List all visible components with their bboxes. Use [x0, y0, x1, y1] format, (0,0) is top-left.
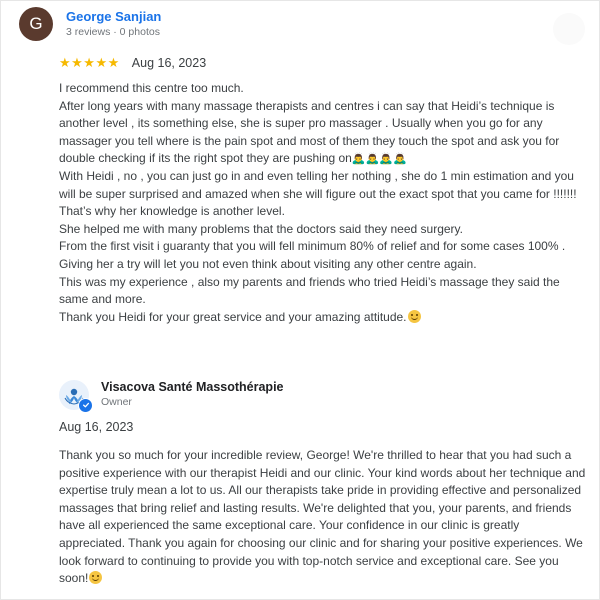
more-options-icon[interactable]: [553, 13, 585, 45]
review-paragraph: After long years with many massage thera…: [59, 98, 560, 166]
star-rating-icon: ★★★★★: [59, 55, 120, 70]
owner-meta: Visacova Santé Massothérapie Owner: [101, 379, 284, 410]
reviewer-name-link[interactable]: George Sanjian: [66, 8, 161, 25]
avatar-initial: G: [29, 14, 43, 33]
review-paragraph: Giving her a try will let you not even t…: [59, 256, 477, 271]
person-bowing-icon: 🙇‍♂️🙇‍♂️🙇‍♂️🙇‍♂️: [351, 153, 407, 166]
review-paragraph: With Heidi , no , you can just go in and…: [59, 168, 577, 201]
verified-check-icon: [78, 397, 93, 413]
review-text: I recommend this centre too much. After …: [59, 80, 587, 326]
review-paragraph: Thank you Heidi for your great service a…: [59, 309, 587, 327]
reviewer-avatar[interactable]: G: [19, 7, 53, 41]
review-card: G George Sanjian 3 reviews · 0 photos ★★…: [0, 0, 600, 600]
owner-reply-text: Thank you so much for your incredible re…: [59, 447, 587, 588]
review-date: Aug 16, 2023: [131, 56, 207, 70]
review-paragraph: This was my experience , also my parents…: [59, 274, 560, 307]
smiling-face-icon: [89, 571, 103, 585]
smiling-face-icon: [407, 309, 421, 323]
reply-date: Aug 16, 2023: [59, 420, 134, 434]
lotus-logo-icon: [59, 379, 93, 413]
owner-name: Visacova Santé Massothérapie: [101, 380, 284, 394]
rating-row: ★★★★★ Aug 16, 2023: [59, 55, 206, 71]
owner-reply-body: Thank you so much for your incredible re…: [59, 448, 586, 586]
reviewer-stats: 3 reviews · 0 photos: [66, 25, 160, 38]
review-paragraph: I recommend this centre too much.: [59, 81, 244, 95]
reviewer-meta: George Sanjian 3 reviews · 0 photos: [66, 8, 161, 39]
owner-role-label: Owner: [101, 396, 132, 408]
review-paragraph: That’s why her knowledge is another leve…: [59, 204, 285, 219]
owner-reply-header: Visacova Santé Massothérapie Owner: [59, 379, 284, 413]
reviewer-header: G George Sanjian 3 reviews · 0 photos: [19, 7, 161, 41]
review-paragraph: She helped me with many problems that th…: [59, 221, 463, 236]
review-paragraph: From the first visit i guaranty that you…: [59, 239, 566, 254]
